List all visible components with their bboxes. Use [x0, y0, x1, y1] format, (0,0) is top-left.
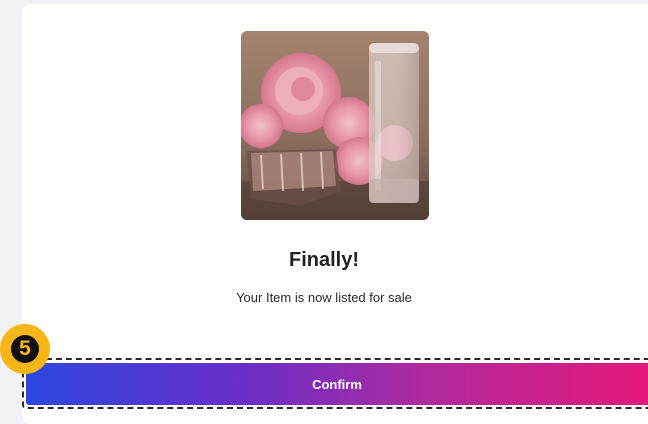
step-marker-badge: 5: [0, 324, 50, 374]
success-message: Your Item is now listed for sale: [236, 290, 412, 305]
confirm-button[interactable]: Confirm: [26, 363, 648, 405]
listed-item-image: [241, 31, 429, 220]
success-title: Finally!: [288, 249, 359, 271]
step-number: 5: [11, 335, 39, 363]
confirm-highlight-outline: Confirm: [22, 358, 648, 409]
